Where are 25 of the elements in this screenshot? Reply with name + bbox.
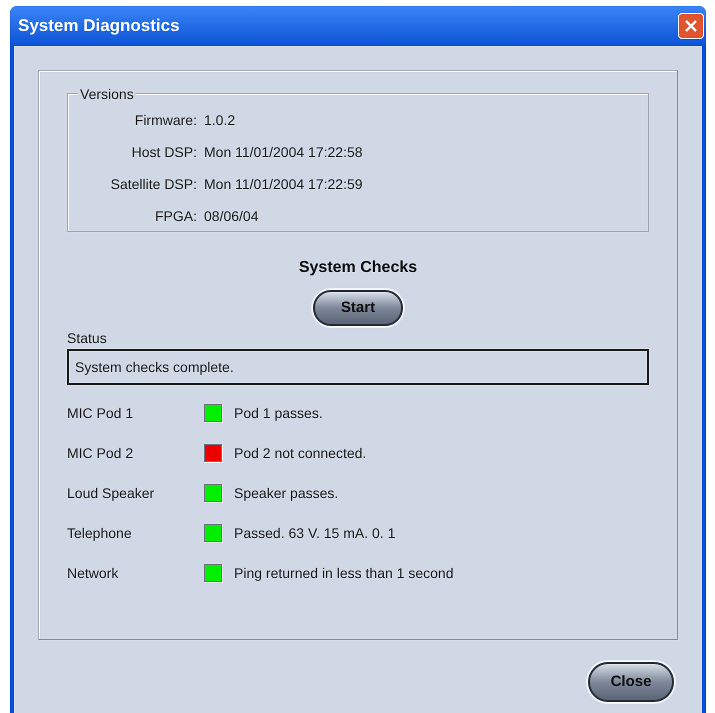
close-icon[interactable] — [678, 13, 704, 39]
check-result: Pod 1 passes. — [234, 404, 323, 423]
check-label: Network — [67, 564, 120, 582]
check-label: Telephone — [67, 524, 133, 543]
check-result: Speaker passes. — [234, 484, 338, 503]
version-label: Satellite DSP: — [110, 174, 197, 194]
check-result: Ping returned in less than 1 second — [234, 564, 454, 583]
window-title: System Diagnostics — [18, 15, 180, 38]
status-field: System checks complete. — [67, 349, 649, 385]
version-label: Host DSP: — [130, 142, 197, 162]
check-label: Loud Speaker — [67, 484, 156, 503]
version-label: FPGA: — [154, 206, 197, 226]
version-label: Firmware: — [134, 110, 197, 130]
check-label: MIC Pod 2 — [67, 444, 134, 462]
close-button[interactable]: Close — [588, 662, 674, 702]
check-result: Passed. 63 V. 15 mA. 0. 1 — [234, 524, 396, 542]
check-label: MIC Pod 1 — [67, 404, 134, 422]
check-result: Pod 2 not connected. — [234, 444, 366, 462]
version-value: 08/06/04 — [204, 206, 258, 226]
version-value: Mon 11/01/2004 17:22:58 — [204, 142, 363, 162]
status-label: Status — [67, 329, 108, 348]
section-title: System Checks — [298, 258, 418, 278]
start-button[interactable]: Start — [313, 290, 403, 326]
version-value: 1.0.2 — [204, 110, 236, 130]
version-value: Mon 11/01/2004 17:22:59 — [204, 174, 363, 194]
